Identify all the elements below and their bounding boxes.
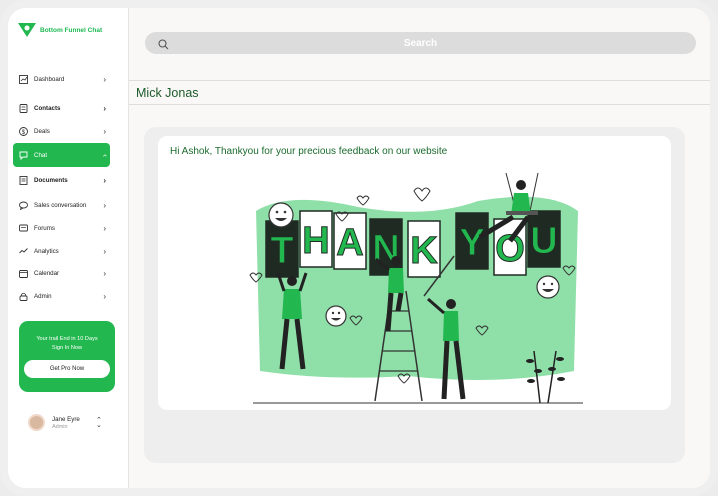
letter-glyph: K [410, 230, 438, 272]
thank-you-illustration: THANKYOU [249, 172, 583, 404]
sidebar-item-label: Documents [34, 176, 68, 184]
chevron-right-icon: › [103, 223, 106, 233]
sidebar-item-deals[interactable]: $ Deals › [13, 122, 110, 140]
chevron-right-icon: › [103, 175, 106, 185]
sidebar-item-label: Admin [34, 292, 52, 300]
letter-glyph: O [495, 228, 525, 270]
promo-line-1: Your trail End in 10 Days [36, 336, 98, 342]
chevron-right-icon: › [103, 268, 106, 278]
forums-icon [19, 224, 28, 233]
message-card: Hi Ashok, Thankyou for your precious fee… [158, 136, 671, 410]
sidebar-item-label: Analytics [34, 247, 59, 255]
calendar-icon [19, 269, 28, 278]
chevron-up-icon: › [100, 153, 110, 157]
sidebar-item-admin[interactable]: Admin › [13, 287, 110, 305]
user-profile[interactable]: Jane Eyre Admin [28, 414, 80, 431]
promo-message: Your trail End in 10 Days Sign In Now [19, 335, 115, 353]
letter-glyph: H [302, 220, 329, 262]
brand-logo[interactable]: Bottom Funnel Chat [18, 22, 102, 38]
documents-icon [19, 175, 28, 185]
sidebar-item-label: Forums [34, 224, 55, 232]
upgrade-promo-card: Your trail End in 10 Days Sign In Now Ge… [19, 321, 115, 392]
contacts-icon [19, 103, 28, 113]
letter-glyph: U [530, 220, 557, 262]
chevron-right-icon: › [103, 126, 106, 136]
app-window: Bottom Funnel Chat Dashboard › Contacts … [0, 0, 718, 496]
sidebar-item-label: Deals [34, 127, 50, 135]
get-pro-button[interactable]: Get Pro Now [24, 360, 110, 378]
sales-conversation-icon [19, 201, 28, 210]
sidebar: Bottom Funnel Chat Dashboard › Contacts … [8, 8, 129, 488]
brand-icon [18, 23, 36, 37]
sidebar-item-calendar[interactable]: Calendar › [13, 264, 110, 282]
search-bar[interactable]: Search [145, 32, 696, 54]
contact-name: Mick Jonas [136, 86, 199, 100]
letter-glyph: T [270, 230, 293, 272]
smiley-icon [268, 202, 294, 228]
admin-icon [19, 292, 28, 301]
sidebar-item-label: Contacts [34, 104, 61, 112]
sidebar-item-forums[interactable]: Forums › [13, 219, 110, 237]
letter-glyph: Y [459, 222, 484, 264]
heart-icon [413, 187, 431, 202]
chat-icon [19, 151, 28, 160]
sidebar-item-documents[interactable]: Documents › [13, 171, 110, 189]
avatar [28, 414, 45, 431]
heart-icon [356, 195, 370, 206]
divider [129, 104, 710, 105]
smiley-icon [536, 275, 560, 299]
deals-icon: $ [19, 126, 28, 136]
dashboard-icon [19, 74, 28, 84]
user-role: Admin [52, 424, 68, 430]
brand-name: Bottom Funnel Chat [40, 26, 103, 34]
promo-line-2[interactable]: Sign In Now [19, 344, 115, 353]
main-content: Search Mick Jonas Hi Ashok, Thankyou for… [129, 8, 710, 488]
sidebar-item-label: Dashboard [34, 75, 65, 83]
sidebar-item-chat[interactable]: Chat › [13, 143, 110, 167]
chevron-right-icon: › [103, 291, 106, 301]
sidebar-item-label: Calendar [34, 269, 60, 277]
chevron-right-icon: › [103, 200, 106, 210]
sidebar-item-dashboard[interactable]: Dashboard › [13, 70, 110, 88]
analytics-icon [19, 247, 28, 256]
message-text: Hi Ashok, Thankyou for your precious fee… [170, 146, 448, 157]
smiley-icon [325, 305, 347, 327]
thank-you-letters: THANKYOU [265, 210, 561, 278]
chevron-right-icon: › [103, 103, 106, 113]
sidebar-item-contacts[interactable]: Contacts › [13, 99, 110, 117]
sidebar-item-sales-conversation[interactable]: Sales conversation › [13, 196, 110, 214]
chevron-right-icon: › [103, 74, 106, 84]
user-name: Jane Eyre [52, 416, 80, 423]
user-menu-toggle-icon[interactable]: ⌃ ⌄ [96, 417, 102, 429]
sidebar-item-label: Sales conversation [34, 201, 87, 209]
sidebar-item-label: Chat [34, 151, 48, 159]
letter-glyph: A [336, 222, 363, 264]
search-input[interactable]: Search [145, 38, 696, 49]
sidebar-item-analytics[interactable]: Analytics › [13, 242, 110, 260]
chevron-right-icon: › [103, 246, 106, 256]
divider [129, 80, 710, 81]
